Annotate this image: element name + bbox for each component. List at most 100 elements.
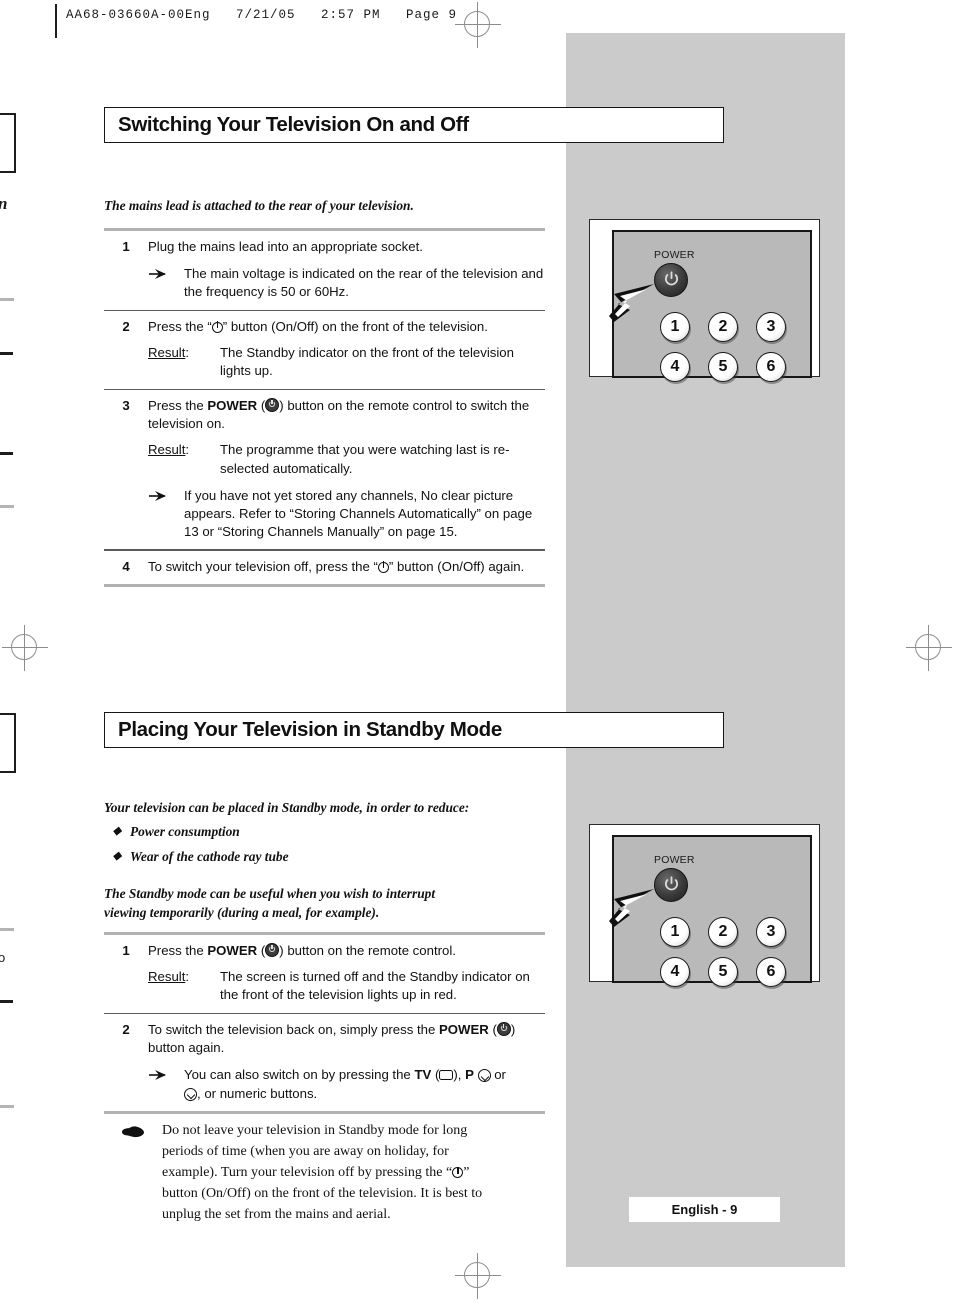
page-footer: English - 9 [629, 1197, 780, 1222]
result-label: Result: [148, 968, 206, 1004]
section-heading-switching: Switching Your Television On and Off [104, 107, 724, 143]
bleed-tick-3 [0, 452, 13, 455]
bleed-frame-top [0, 113, 16, 173]
result-label: Result: [148, 344, 206, 380]
step-row: 1 Press the POWER () button on the remot… [104, 935, 545, 1013]
note-part-e: , or numeric buttons. [197, 1085, 318, 1101]
step-text-mid: ( [257, 397, 266, 413]
pointing-hand-icon [104, 1120, 162, 1225]
remote-power-label: POWER [654, 249, 695, 261]
step-note: You can also switch on by pressing the T… [148, 1066, 545, 1102]
keypad-row: 1 2 3 [660, 312, 800, 342]
tip-line-3a: example). Turn your television off by pr… [162, 1165, 453, 1180]
step-text-before: Press the “ [148, 318, 212, 334]
remote-power-label: POWER [654, 854, 695, 866]
bleed-text-fragment-bottom: o [0, 950, 6, 965]
note-part-c: ), [453, 1067, 466, 1083]
registration-mark-right [906, 625, 952, 671]
remote-key: 6 [756, 352, 786, 382]
list-item-label: Wear of the cathode ray tube [130, 849, 289, 864]
step-row: 4 To switch your television off, press t… [104, 551, 545, 584]
step-number: 1 [122, 943, 130, 958]
note-part-a: You can also switch on by pressing the [184, 1067, 415, 1083]
manual-page: AA68-03660A-00Eng 7/21/05 2:57 PM Page 9… [0, 0, 954, 1303]
step-note-text: You can also switch on by pressing the T… [184, 1066, 545, 1102]
remote-key: 4 [660, 957, 690, 987]
step-bold-word: POWER [439, 1021, 489, 1037]
bleed-tick-5 [0, 928, 14, 931]
bleed-text-fragment-top: n [0, 194, 7, 214]
result-label-text: Result [148, 442, 186, 458]
step-row: 3 Press the POWER () button on the remot… [104, 390, 545, 550]
keypad-row: 4 5 6 [660, 957, 800, 987]
result-colon: : [185, 442, 190, 458]
step-text-mid: ( [488, 1021, 497, 1037]
print-header-text: AA68-03660A-00Eng 7/21/05 2:57 PM Page 9 [66, 8, 458, 22]
step-text-before: Press the [148, 943, 208, 958]
standby-power-icon [211, 321, 223, 333]
step-number: 4 [122, 558, 130, 574]
channel-chevron-icon [477, 1069, 491, 1083]
keypad-row: 1 2 3 [660, 917, 800, 947]
section-intro-standby-2: The Standby mode can be useful when you … [104, 884, 554, 923]
intro-line-1: The Standby mode can be useful when you … [104, 886, 436, 901]
power-symbol-icon [665, 271, 678, 286]
step-note: The main voltage is indicated on the rea… [148, 265, 545, 301]
result-text: The programme that you were watching las… [220, 442, 510, 476]
step-text: Press the POWER () button on the remote … [148, 942, 545, 960]
list-item: ◆ Power consumption [104, 824, 554, 840]
note-part-b: ( [431, 1067, 440, 1083]
result-label-text: Result [148, 345, 186, 361]
step-number: 2 [122, 1021, 130, 1037]
step-text: To switch your television off, press the… [148, 558, 545, 576]
diamond-bullet-icon: ◆ [112, 825, 122, 837]
step-result: Result: The programme that you were watc… [148, 441, 545, 477]
step-row: 2 Press the “ ” button (On/Off) on the fr… [104, 311, 545, 389]
remote-key: 6 [756, 957, 786, 987]
remote-keypad: 1 2 3 4 5 6 [660, 917, 800, 997]
step-number: 2 [122, 318, 130, 334]
bleed-frame-bottom [0, 713, 16, 773]
tip-line-2: periods of time (when you are away on ho… [162, 1144, 449, 1159]
step-text-before: To switch your television off, press the… [148, 558, 378, 574]
step-result: Result: The screen is turned off and the… [148, 968, 545, 1004]
step-row: 2 To switch the television back on, simp… [104, 1014, 545, 1111]
remote-key: 1 [660, 312, 690, 342]
bleed-tick-2 [0, 352, 13, 355]
bleed-tick-6 [0, 1000, 13, 1003]
tip-line-1: Do not leave your television in Standby … [162, 1123, 468, 1138]
remote-keypad: 1 2 3 4 5 6 [660, 312, 800, 392]
result-text: The Standby indicator on the front of th… [220, 345, 514, 379]
power-button-icon [265, 943, 280, 957]
bleed-tick-4 [0, 505, 14, 508]
result-text: The screen is turned off and the Standby… [220, 969, 530, 1003]
result-colon: : [185, 969, 190, 985]
standby-benefits-list: ◆ Power consumption ◆ Wear of the cathod… [104, 824, 554, 874]
result-colon: : [185, 345, 190, 361]
step-text: Plug the mains lead into an appropriate … [148, 239, 423, 254]
result-label: Result: [148, 441, 206, 477]
step-note: If you have not yet stored any channels,… [148, 487, 545, 542]
step-row: 1 Plug the mains lead into an appropriat… [104, 231, 545, 310]
standby-tip-note: Do not leave your television in Standby … [104, 1120, 554, 1225]
steps-switching: 1 Plug the mains lead into an appropriat… [104, 228, 545, 587]
note-tv-label: TV [414, 1067, 432, 1083]
rule [104, 1110, 545, 1114]
step-note-text: The main voltage is indicated on the rea… [184, 266, 544, 300]
step-bold-word: POWER [207, 943, 258, 958]
power-button-icon [496, 1021, 511, 1036]
diamond-bullet-icon: ◆ [112, 850, 122, 862]
remote-key: 3 [756, 917, 786, 947]
keypad-row: 4 5 6 [660, 352, 800, 382]
bleed-tick-1 [0, 298, 14, 301]
section-heading-standby-label: Placing Your Television in Standby Mode [118, 718, 502, 741]
arrow-bullet-icon [148, 487, 184, 542]
section-heading-switching-label: Switching Your Television On and Off [118, 113, 469, 136]
intro-line-2: viewing temporarily (during a meal, for … [104, 905, 380, 921]
arrow-bullet-icon [148, 265, 184, 301]
note-part-d: or [490, 1067, 506, 1083]
section-intro-standby: Your television can be placed in Standby… [104, 800, 470, 815]
step-result: Result: The Standby indicator on the fro… [148, 344, 545, 380]
remote-key: 2 [708, 312, 738, 342]
remote-illustration-bottom: POWER 1 2 3 4 5 6 [589, 824, 820, 987]
